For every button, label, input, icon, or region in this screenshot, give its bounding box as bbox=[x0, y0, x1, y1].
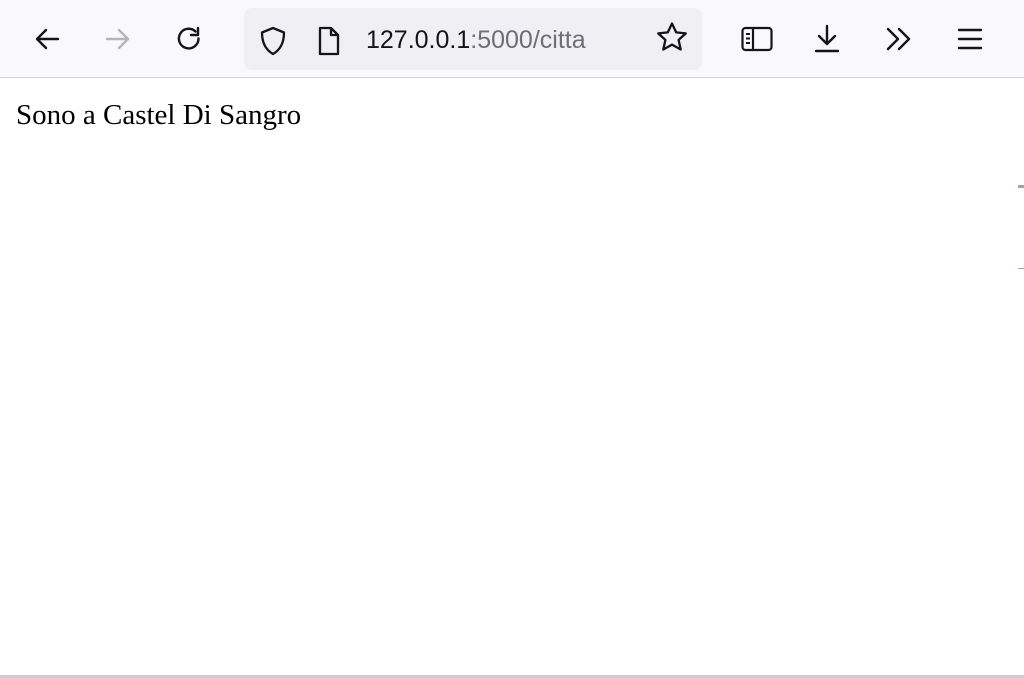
download-icon bbox=[813, 24, 841, 54]
url-text[interactable]: 127.0.0.1:5000/citta bbox=[366, 25, 586, 55]
sidebar-icon bbox=[741, 26, 773, 52]
chevrons-right-icon bbox=[884, 25, 914, 53]
back-button[interactable] bbox=[25, 17, 69, 61]
sidebar-button[interactable] bbox=[735, 17, 779, 61]
page-content: Sono a Castel Di Sangro bbox=[0, 79, 1018, 675]
overflow-button[interactable] bbox=[877, 17, 921, 61]
browser-toolbar: 127.0.0.1:5000/citta bbox=[0, 0, 1024, 78]
tracking-protection-shield-icon[interactable] bbox=[259, 26, 287, 56]
url-host: 127.0.0.1 bbox=[366, 26, 471, 54]
forward-button[interactable] bbox=[96, 17, 140, 61]
window-edge-divider bbox=[1018, 268, 1024, 269]
bookmark-star-button[interactable] bbox=[650, 17, 694, 61]
page-info-icon[interactable] bbox=[315, 26, 343, 56]
url-path: :5000/citta bbox=[470, 26, 586, 54]
url-bar[interactable]: 127.0.0.1:5000/citta bbox=[244, 8, 702, 70]
arrow-right-icon bbox=[104, 25, 132, 53]
browser-window: 127.0.0.1:5000/citta Sono a Castel Di Sa… bbox=[0, 0, 1024, 678]
hamburger-menu-icon bbox=[956, 27, 984, 51]
star-icon bbox=[656, 21, 688, 58]
downloads-button[interactable] bbox=[805, 17, 849, 61]
page-text: Sono a Castel Di Sangro bbox=[16, 99, 302, 131]
reload-button[interactable] bbox=[167, 17, 211, 61]
arrow-left-icon bbox=[33, 25, 61, 53]
reload-icon bbox=[175, 25, 203, 53]
window-edge-divider bbox=[1018, 185, 1024, 188]
app-menu-button[interactable] bbox=[948, 17, 992, 61]
